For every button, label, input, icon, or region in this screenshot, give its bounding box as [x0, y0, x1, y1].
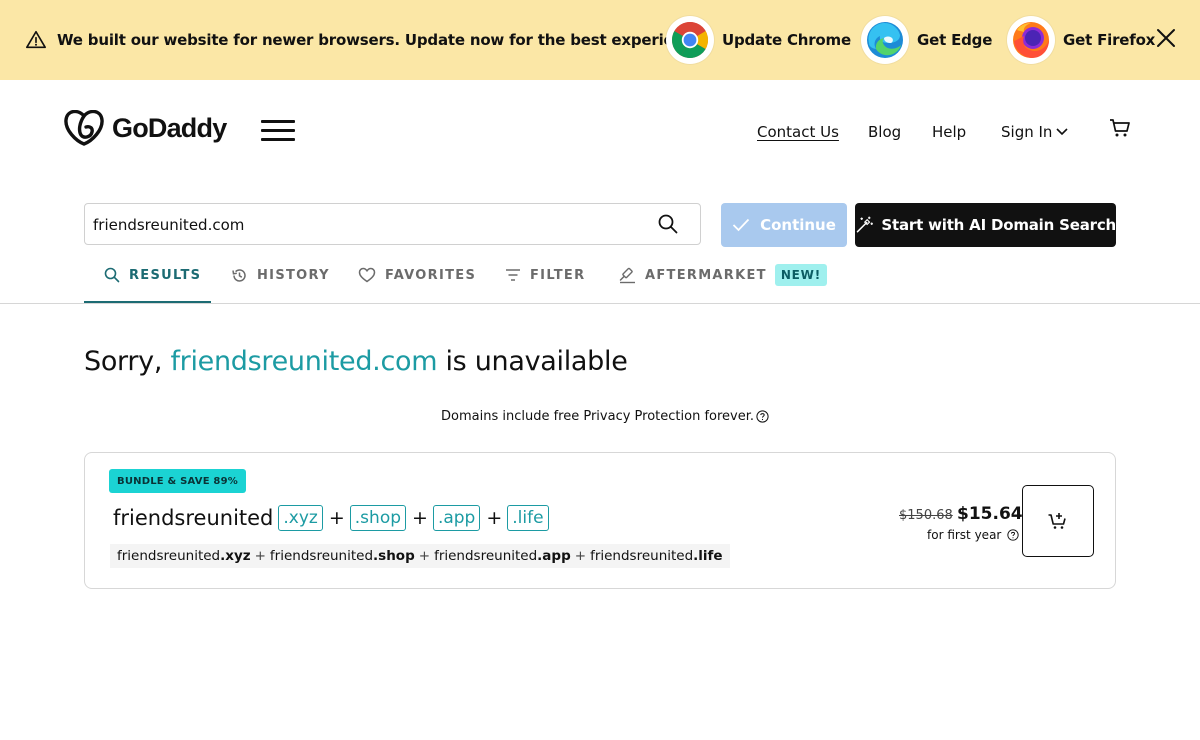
banner-message: We built our website for newer browsers.… — [57, 31, 709, 49]
bundle-domain: friendsreunited.shop — [270, 548, 415, 564]
update-chrome-link[interactable]: Update Chrome — [666, 15, 851, 65]
add-to-cart-icon — [1048, 513, 1066, 529]
warning-icon — [26, 30, 46, 49]
bundle-domain-list: friendsreunited.xyz + friendsreunited.sh… — [110, 544, 730, 568]
browser-update-banner: We built our website for newer browsers.… — [0, 0, 1200, 80]
bundle-save-badge: BUNDLE & SAVE 89% — [109, 469, 246, 493]
edge-logo — [861, 16, 909, 64]
brand-name: GoDaddy — [112, 112, 227, 143]
price-term-text: for first year — [927, 528, 1002, 542]
search-icon — [104, 267, 120, 283]
continue-label: Continue — [760, 216, 836, 234]
update-chrome-label: Update Chrome — [722, 31, 851, 49]
help-circle-icon[interactable] — [1007, 529, 1019, 541]
godaddy-logo[interactable]: GoDaddy — [64, 110, 227, 146]
domain-tld: .shop — [373, 548, 415, 564]
tld-chip: .app — [432, 505, 481, 531]
hamburger-line — [261, 120, 295, 123]
tab-results[interactable]: RESULTS — [104, 264, 201, 286]
tab-filter[interactable]: FILTER — [505, 264, 585, 286]
bundle-name: friendsreunited — [113, 506, 274, 530]
price-term: for first year — [927, 528, 1019, 542]
get-firefox-label: Get Firefox — [1063, 31, 1156, 49]
domain-sld: friendsreunited — [269, 548, 374, 564]
magic-wand-icon — [856, 216, 873, 233]
plus-sign: + — [254, 548, 266, 564]
chrome-logo — [666, 16, 714, 64]
godaddy-mark-icon — [64, 110, 104, 146]
nav-help[interactable]: Help — [932, 123, 966, 141]
tab-history[interactable]: HISTORY — [231, 264, 330, 286]
tab-results-label: RESULTS — [129, 267, 202, 283]
cart-icon[interactable] — [1108, 117, 1132, 139]
nav-blog[interactable]: Blog — [868, 123, 901, 141]
chevron-down-icon — [1056, 128, 1068, 136]
bundle-domains-line: friendsreunited .xyz + .shop + .app + .l… — [113, 505, 549, 531]
searched-domain: friendsreunited.com — [170, 346, 438, 377]
domain-sld: friendsreunited — [434, 548, 538, 564]
get-firefox-link[interactable]: Get Firefox — [1007, 15, 1155, 65]
heading-prefix: Sorry, — [84, 346, 171, 377]
bundle-domain: friendsreunited.xyz — [117, 548, 251, 564]
bundle-domain: friendsreunited.app — [434, 548, 571, 564]
domain-tld: .xyz — [220, 548, 251, 564]
original-price: $150.68 — [899, 508, 953, 523]
checkmark-icon — [732, 218, 750, 232]
unavailable-heading: Sorry, friendsreunited.com is unavailabl… — [84, 346, 628, 377]
domain-tld: .app — [537, 548, 571, 564]
domain-sld: friendsreunited — [117, 548, 221, 564]
firefox-logo — [1007, 16, 1055, 64]
domain-search-input[interactable] — [93, 214, 633, 236]
tld-chip: .life — [507, 505, 549, 531]
tab-favorites-label: FAVORITES — [385, 267, 477, 283]
domain-sld: friendsreunited — [590, 548, 694, 564]
tab-favorites[interactable]: FAVORITES — [358, 264, 476, 286]
plus-sign: + — [418, 548, 431, 564]
plus-sign: + — [328, 507, 345, 529]
nav-sign-in[interactable]: Sign In — [1001, 123, 1068, 141]
heading-suffix: is unavailable — [437, 346, 628, 377]
new-badge: NEW! — [774, 264, 827, 286]
firefox-icon — [1013, 22, 1049, 58]
get-edge-link[interactable]: Get Edge — [861, 15, 992, 65]
plus-sign: + — [574, 548, 587, 564]
close-icon[interactable] — [1155, 27, 1177, 49]
ai-search-label: Start with AI Domain Search — [881, 216, 1116, 234]
tab-history-label: HISTORY — [257, 267, 330, 283]
chrome-icon — [672, 21, 709, 59]
tab-filter-label: FILTER — [530, 267, 586, 283]
domain-tld: .life — [693, 548, 723, 564]
search-icon[interactable] — [657, 213, 679, 235]
history-icon — [232, 268, 246, 282]
tab-aftermarket[interactable]: AFTERMARKET NEW! — [619, 264, 827, 286]
continue-button[interactable]: Continue — [721, 203, 847, 247]
bundle-domain: friendsreunited.life — [590, 548, 723, 564]
help-circle-icon[interactable] — [756, 410, 769, 423]
hamburger-line — [261, 138, 295, 141]
filter-icon — [506, 269, 520, 281]
menu-button[interactable] — [261, 118, 295, 142]
tld-chip: .xyz — [278, 505, 323, 531]
get-edge-label: Get Edge — [917, 31, 993, 49]
sale-price: $15.64 — [957, 504, 1023, 524]
add-to-cart-button[interactable] — [1022, 485, 1094, 557]
gavel-icon — [619, 267, 635, 283]
nav-contact-us[interactable]: Contact Us — [757, 123, 839, 141]
privacy-note: Domains include free Privacy Protection … — [441, 409, 769, 424]
hamburger-line — [261, 129, 295, 132]
sign-in-label: Sign In — [1001, 123, 1053, 141]
domain-search-box — [84, 203, 701, 245]
ai-domain-search-button[interactable]: Start with AI Domain Search — [855, 203, 1116, 247]
tld-chip: .shop — [349, 505, 407, 531]
plus-sign: + — [412, 507, 428, 529]
privacy-note-text: Domains include free Privacy Protection … — [441, 409, 755, 424]
edge-icon — [867, 22, 903, 58]
plus-sign: + — [486, 507, 503, 529]
tabs-divider — [0, 303, 1200, 304]
tab-aftermarket-label: AFTERMARKET — [645, 267, 767, 283]
heart-icon — [358, 267, 376, 283]
